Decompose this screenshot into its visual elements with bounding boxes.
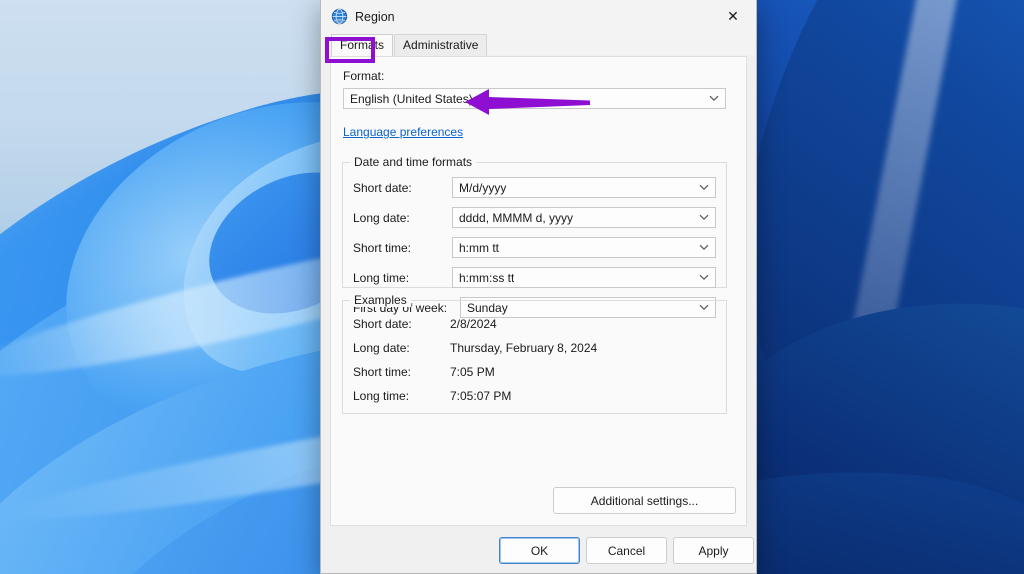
example-row-short-time: Short time: 7:05 PM [353,363,716,381]
short-date-value: M/d/yyyy [459,180,507,195]
example-long-time-label: Long time: [353,389,410,403]
chevron-down-icon [709,89,719,108]
format-combobox-value: English (United States) [350,91,473,106]
ok-button-label: OK [530,543,549,558]
short-date-label: Short date: [353,180,412,195]
window-title: Region [355,9,395,24]
chevron-down-icon [699,268,709,287]
example-short-time-value: 7:05 PM [450,365,495,379]
example-row-short-date: Short date: 2/8/2024 [353,315,716,333]
long-date-value: dddd, MMMM d, yyyy [459,210,574,225]
long-time-value: h:mm:ss tt [459,270,515,285]
tab-administrative[interactable]: Administrative [394,34,488,56]
date-time-formats-legend: Date and time formats [350,155,477,169]
formats-tab-panel: Format: English (United States) Language… [330,56,747,526]
short-date-combobox[interactable]: M/d/yyyy [452,177,716,198]
tab-formats[interactable]: Formats [331,34,394,56]
example-long-date-label: Long date: [353,341,410,355]
apply-button-label: Apply [698,543,729,558]
long-date-combobox[interactable]: dddd, MMMM d, yyyy [452,207,716,228]
chevron-down-icon [699,208,709,227]
example-row-long-time: Long time: 7:05:07 PM [353,387,716,405]
desktop-background: Region ✕ Formats Administrative Format: … [0,0,1024,574]
date-time-formats-group: Date and time formats Short date: M/d/yy… [342,155,727,318]
example-long-time-value: 7:05:07 PM [450,389,512,403]
cancel-button[interactable]: Cancel [586,537,667,564]
example-short-time-label: Short time: [353,365,412,379]
region-dialog-window: Region ✕ Formats Administrative Format: … [320,0,757,574]
long-time-label: Long time: [353,270,410,285]
format-label: Format: [343,69,385,83]
additional-settings-label: Additional settings... [590,493,699,508]
short-time-value: h:mm tt [459,240,500,255]
example-row-long-date: Long date: Thursday, February 8, 2024 [353,339,716,357]
examples-group: Examples Short date: 2/8/2024 Long date:… [342,293,727,414]
additional-settings-button[interactable]: Additional settings... [553,487,736,514]
wallpaper-sky-right [880,0,1024,360]
row-short-time: Short time: h:mm tt [353,237,716,258]
wallpaper-edge-highlight [793,0,967,574]
chevron-down-icon [699,178,709,197]
example-long-date-value: Thursday, February 8, 2024 [450,341,598,355]
format-combobox[interactable]: English (United States) [343,88,726,109]
row-long-time: Long time: h:mm:ss tt [353,267,716,288]
chevron-down-icon [699,238,709,257]
close-icon[interactable]: ✕ [710,0,756,32]
apply-button[interactable]: Apply [673,537,754,564]
ok-button[interactable]: OK [499,537,580,564]
short-time-combobox[interactable]: h:mm tt [452,237,716,258]
tab-administrative-label: Administrative [403,38,479,52]
example-short-date-value: 2/8/2024 [450,317,497,331]
dialog-footer: OK Cancel Apply [321,537,756,564]
short-time-label: Short time: [353,240,412,255]
examples-legend: Examples [350,293,411,307]
long-date-label: Long date: [353,210,410,225]
tab-strip: Formats Administrative [321,33,756,56]
cancel-button-label: Cancel [607,543,646,558]
tab-formats-label: Formats [340,38,385,52]
row-long-date: Long date: dddd, MMMM d, yyyy [353,207,716,228]
globe-region-icon [331,8,348,25]
row-short-date: Short date: M/d/yyyy [353,177,716,198]
example-short-date-label: Short date: [353,317,412,331]
title-bar: Region ✕ [321,0,756,33]
long-time-combobox[interactable]: h:mm:ss tt [452,267,716,288]
language-preferences-link[interactable]: Language preferences [343,125,463,139]
